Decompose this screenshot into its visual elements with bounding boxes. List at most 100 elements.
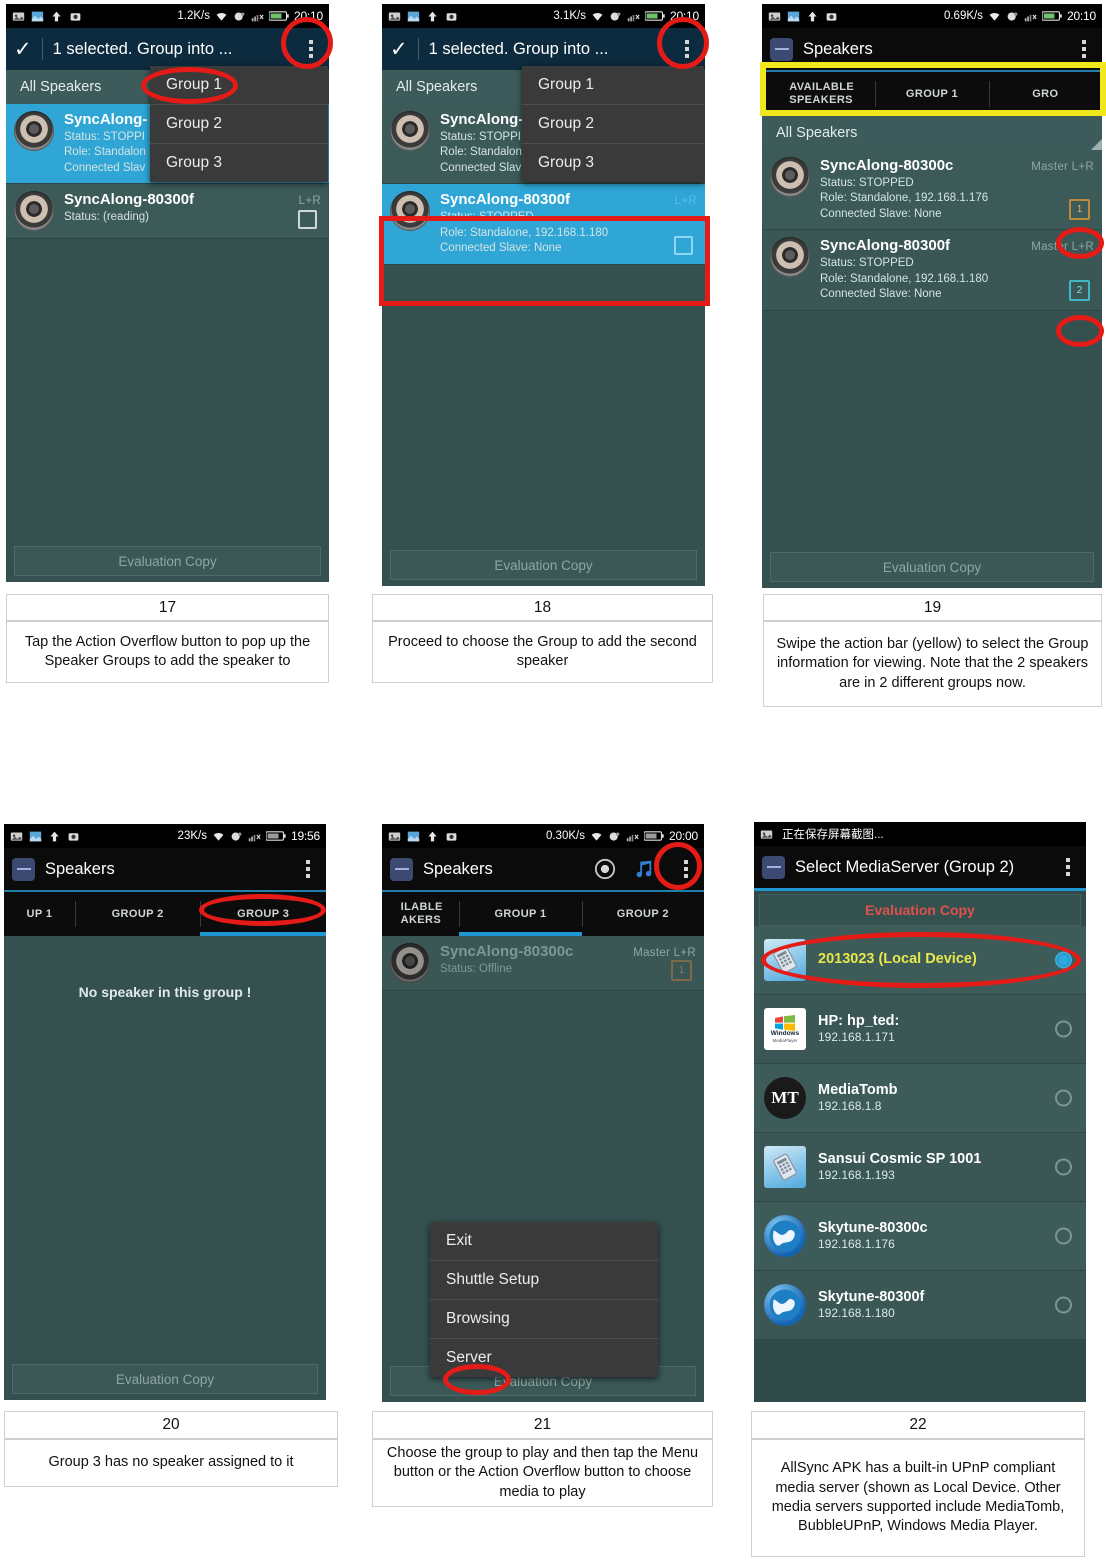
signal-icon — [1024, 14, 1037, 21]
speaker-row[interactable]: SyncAlong-80300f Status: STOPPED Role: S… — [382, 184, 705, 265]
overflow-menu-icon[interactable] — [1058, 854, 1078, 880]
caption-number-19: 19 — [763, 594, 1102, 621]
caption-text-17: Tap the Action Overflow button to pop up… — [6, 621, 329, 683]
overflow-menu-icon[interactable] — [298, 856, 318, 882]
accent-line — [754, 888, 1086, 891]
battery-icon — [1041, 11, 1062, 21]
media-server-row[interactable]: Windows MediaPlayer HP: hp_ted: 192.168.1… — [754, 995, 1086, 1064]
check-icon[interactable]: ✓ — [14, 39, 32, 60]
media-server-radio[interactable] — [1055, 1158, 1072, 1176]
menu-item-group-2[interactable]: Group 2 — [522, 105, 704, 144]
group-dropdown-menu[interactable]: Group 1 Group 2 Group 3 — [150, 66, 328, 182]
caption-text-21: Choose the group to play and then tap th… — [372, 1439, 713, 1507]
speaker-checkbox[interactable] — [674, 235, 693, 255]
tab-group-2[interactable]: GROUP 2 — [581, 892, 704, 936]
speaker-status: Status: STOPPED — [440, 211, 534, 224]
menu-item-group-3[interactable]: Group 3 — [522, 144, 704, 182]
speaker-row[interactable]: SyncAlong-80300c Status: Offline Master … — [382, 936, 704, 991]
speaker-row[interactable]: SyncAlong-80300f Status: (reading) L+R — [6, 184, 329, 240]
upload-arrow-icon — [428, 11, 437, 21]
status-bar-right: 0.30K/s 20:00 — [546, 829, 698, 843]
options-menu[interactable]: Exit Shuttle Setup Browsing Server — [430, 1222, 658, 1377]
screenshot-panel-17: 1.2K/s 20:10 ✓ 1 selected. Group into ..… — [6, 4, 329, 582]
speaker-row[interactable]: SyncAlong-80300f Status: STOPPED Role: S… — [762, 230, 1102, 311]
media-server-row[interactable]: Skytune-80300c 192.168.1.176 — [754, 1202, 1086, 1271]
caption-number-17: 17 — [6, 594, 329, 621]
wifi-icon — [216, 12, 227, 21]
action-bar-title: Speakers — [45, 859, 115, 878]
action-bar: ✓ 1 selected. Group into ... — [382, 28, 705, 70]
clock: 20:10 — [669, 9, 699, 23]
media-server-row[interactable]: 2013023 (Local Device) — [754, 926, 1086, 995]
media-server-row[interactable]: Skytune-80300f 192.168.1.180 — [754, 1271, 1086, 1340]
check-icon[interactable]: ✓ — [390, 39, 408, 60]
media-server-name: HP: hp_ted: — [818, 1012, 900, 1029]
menu-item-shuttle-setup[interactable]: Shuttle Setup — [430, 1261, 658, 1300]
menu-item-browsing[interactable]: Browsing — [430, 1300, 658, 1339]
overflow-menu-icon[interactable] — [301, 36, 321, 62]
group-badge[interactable]: 1 — [671, 960, 692, 981]
tab-available-speakers[interactable]: ILABLE AKERS — [382, 892, 459, 936]
speaker-icon[interactable] — [594, 858, 616, 880]
network-rate: 0.30K/s — [545, 830, 585, 842]
tab-group-1[interactable]: GROUP 1 — [459, 892, 583, 936]
menu-item-group-3[interactable]: Group 3 — [150, 144, 328, 182]
evaluation-copy-banner: Evaluation Copy — [759, 894, 1081, 926]
upload-arrow-icon — [808, 11, 817, 21]
status-bar-left-icons — [388, 830, 458, 843]
media-server-row[interactable]: Sansui Cosmic SP 1001 192.168.1.193 — [754, 1133, 1086, 1202]
list-header-label: All Speakers — [776, 125, 858, 141]
speaker-slave: Connected Slave: None — [440, 242, 562, 255]
action-bar: Speakers — [382, 848, 704, 890]
tab-group-2[interactable]: GRO — [988, 72, 1102, 116]
divider — [41, 38, 43, 60]
overflow-menu-icon[interactable] — [1074, 36, 1094, 62]
music-note-icon[interactable] — [632, 858, 654, 880]
action-bar: Select MediaServer (Group 2) — [754, 846, 1086, 888]
action-bar: ✓ 1 selected. Group into ... — [6, 28, 329, 70]
tab-group-1[interactable]: UP 1 — [4, 892, 75, 936]
tab-group-2[interactable]: GROUP 2 — [74, 892, 201, 936]
camera-icon — [446, 12, 457, 21]
image-icon — [12, 11, 25, 21]
signal-icon — [251, 14, 264, 21]
group-badge[interactable]: 1 — [1069, 199, 1090, 221]
menu-item-group-2[interactable]: Group 2 — [150, 105, 328, 144]
network-rate: 3.1K/s — [553, 10, 586, 22]
menu-item-server[interactable]: Server — [430, 1339, 658, 1377]
screenshot-icon — [407, 831, 420, 841]
group-dropdown-menu[interactable]: Group 1 Group 2 Group 3 — [522, 66, 704, 182]
menu-item-exit[interactable]: Exit — [430, 1222, 658, 1261]
tab-group-3[interactable]: GROUP 3 — [200, 892, 326, 936]
group-badge[interactable]: 2 — [1069, 279, 1090, 301]
speaker-row[interactable]: SyncAlong-80300c Status: STOPPED Role: S… — [762, 150, 1102, 231]
tab-available-speakers[interactable]: AVAILABLE SPEAKERS — [762, 72, 876, 116]
tablet-icon — [764, 939, 806, 981]
mediatomb-icon: MT — [764, 1077, 806, 1119]
media-server-row[interactable]: MT MediaTomb 192.168.1.8 — [754, 1064, 1086, 1133]
app-logo-icon — [390, 857, 413, 881]
overflow-menu-icon[interactable] — [677, 36, 697, 62]
speaker-name: SyncAlong-80300f — [820, 237, 951, 255]
media-server-radio[interactable] — [1055, 951, 1072, 969]
speaker-icon — [770, 237, 810, 278]
media-server-radio[interactable] — [1055, 1227, 1072, 1245]
wifi-icon — [213, 832, 224, 841]
menu-item-group-1[interactable]: Group 1 — [522, 66, 704, 105]
tab-group-1[interactable]: GROUP 1 — [875, 72, 988, 116]
clock: 20:10 — [293, 9, 323, 23]
speaker-checkbox[interactable] — [298, 210, 317, 230]
battery-icon — [268, 11, 289, 21]
caption-text-19: Swipe the action bar (yellow) to select … — [763, 621, 1102, 707]
alarm-icon — [231, 831, 242, 841]
media-server-radio[interactable] — [1055, 1089, 1072, 1107]
media-server-radio[interactable] — [1055, 1020, 1072, 1038]
menu-item-group-1[interactable]: Group 1 — [150, 66, 328, 105]
overflow-menu-icon[interactable] — [676, 856, 696, 882]
status-bar-right: 3.1K/s 20:10 — [553, 9, 699, 23]
tab-bar: AVAILABLE SPEAKERS GROUP 1 GRO — [762, 70, 1102, 116]
speaker-slave: Connected Slave: None — [820, 288, 942, 301]
image-icon — [768, 11, 781, 21]
alarm-icon — [609, 831, 620, 841]
media-server-radio[interactable] — [1055, 1296, 1072, 1314]
